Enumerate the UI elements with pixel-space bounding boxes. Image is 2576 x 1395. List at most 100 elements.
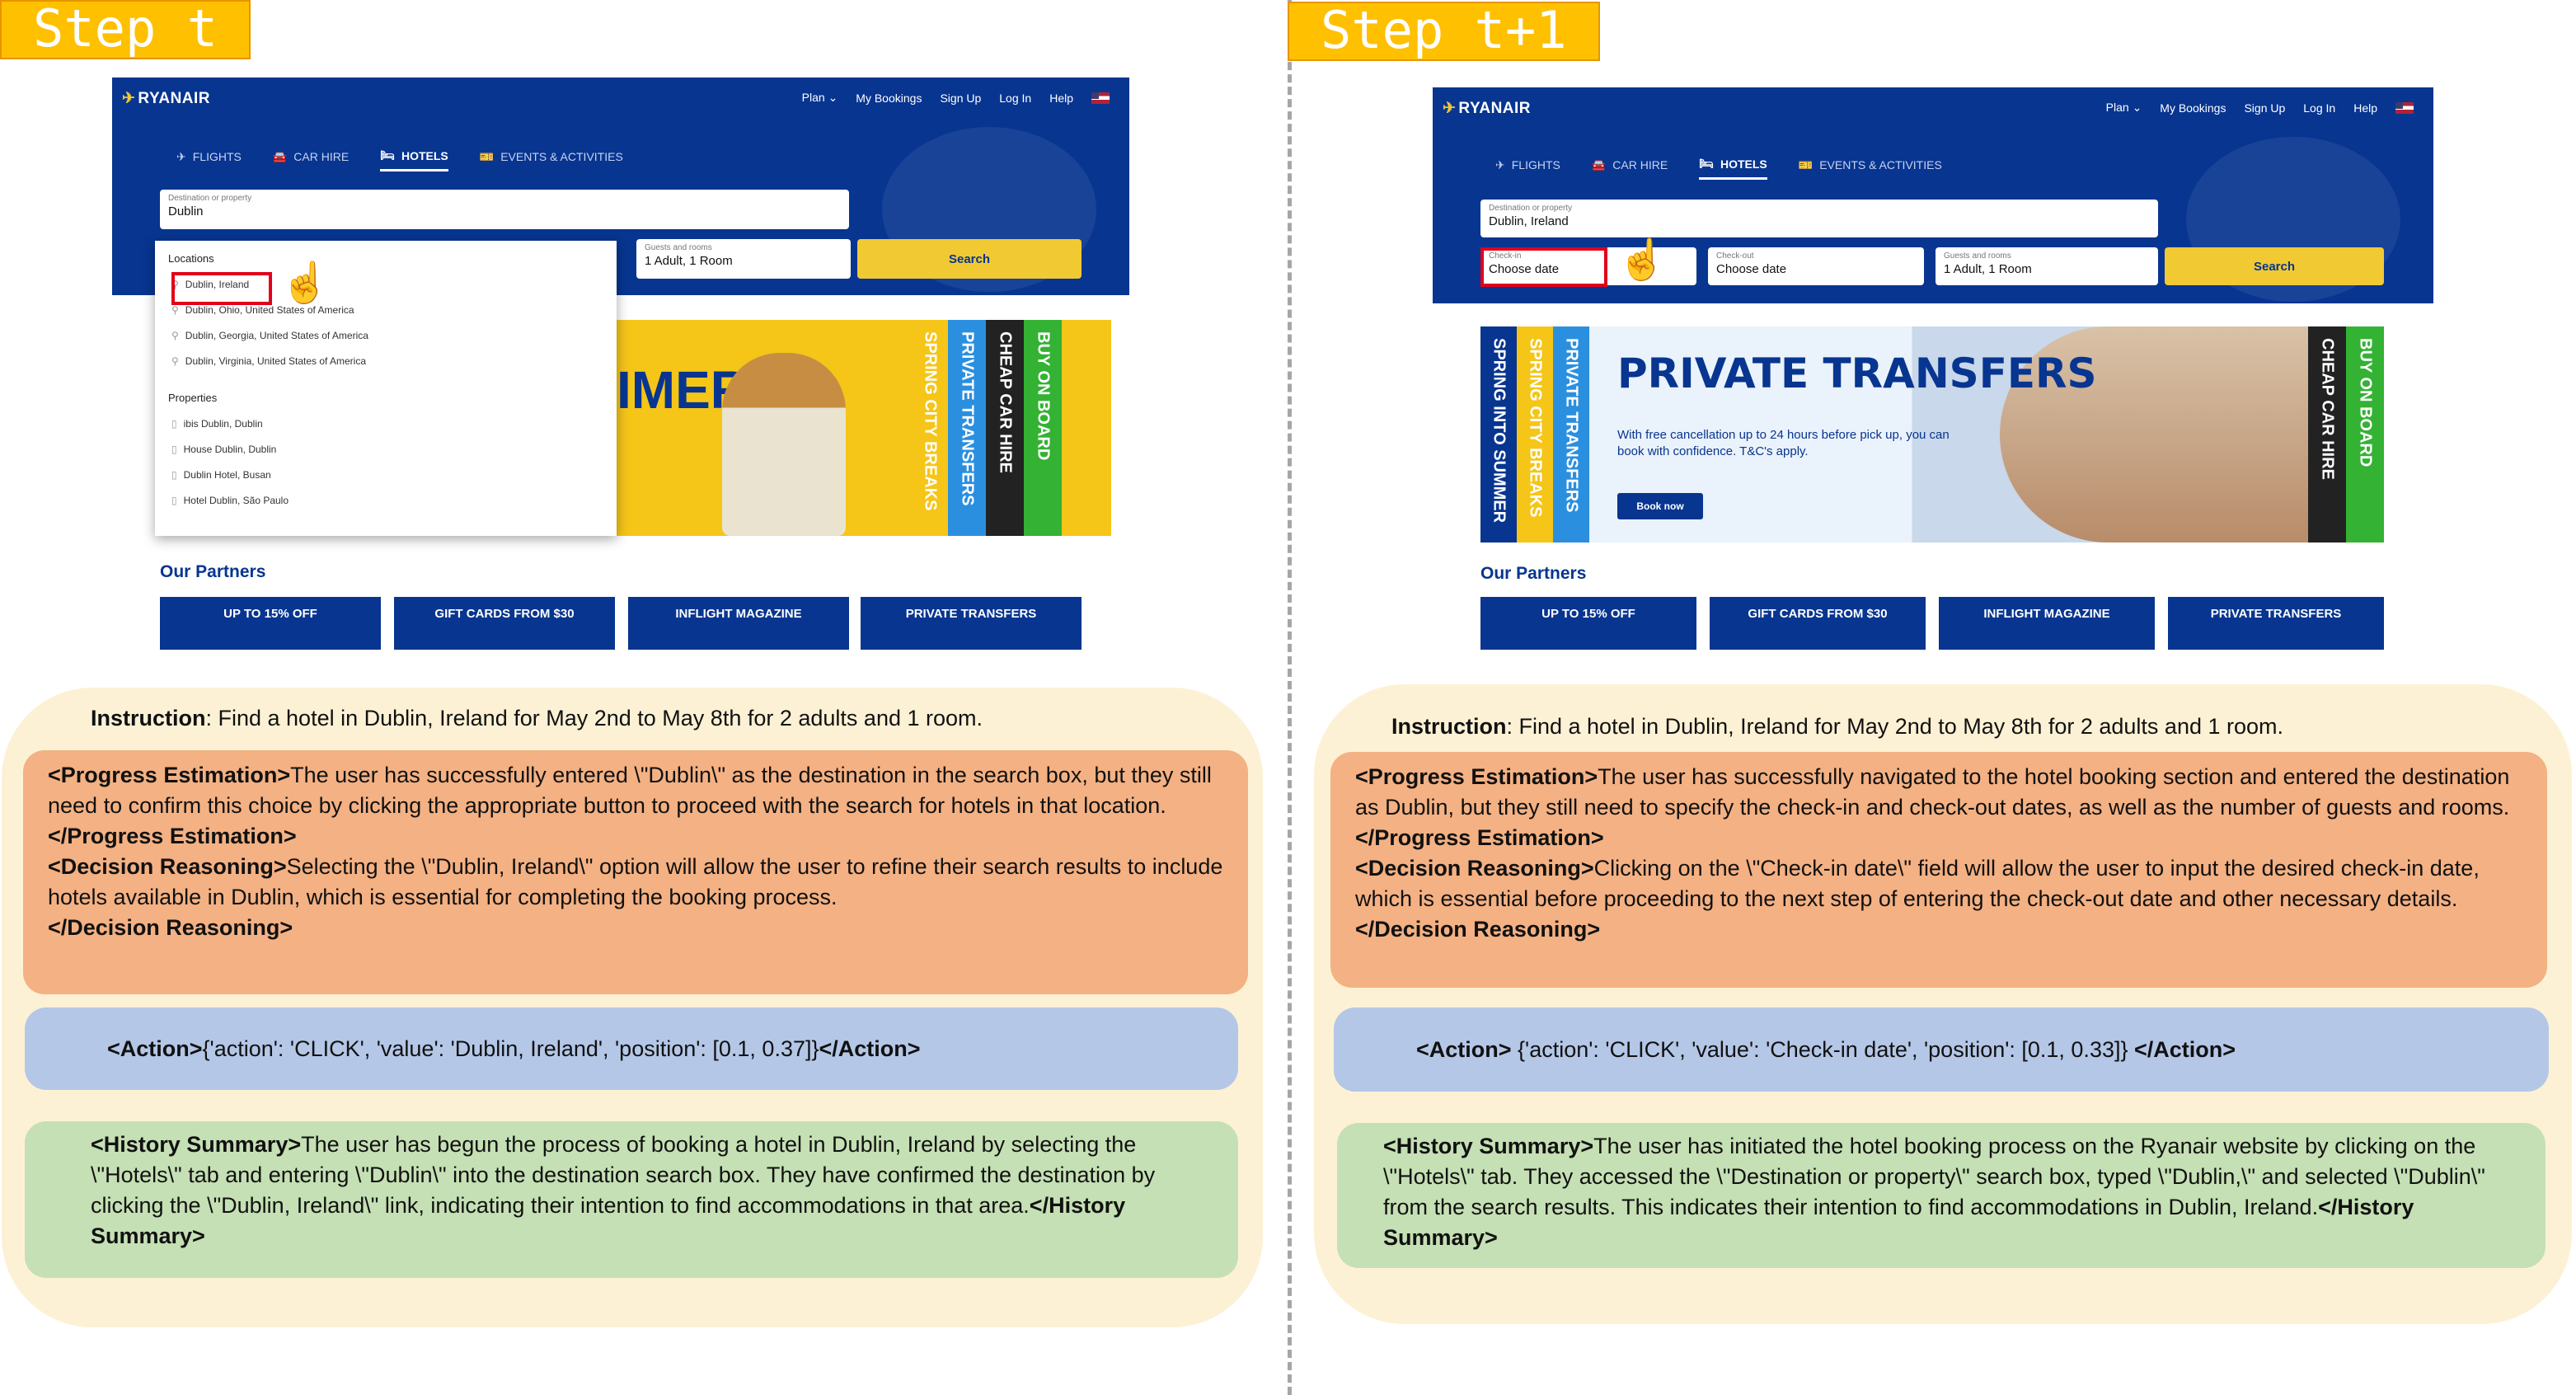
promo-title: PRIVATE TRANSFERS: [1617, 350, 2097, 397]
partner-tile[interactable]: PRIVATE TRANSFERS: [861, 597, 1082, 650]
strip-private-transfers[interactable]: PRIVATE TRANSFERS: [1553, 326, 1589, 542]
guests-value: 1 Adult, 1 Room: [645, 254, 733, 268]
tab-hotels[interactable]: 🛏 HOTELS: [380, 148, 448, 171]
promo-banner[interactable]: IMER SPRING CITY BREAKS PRIVATE TRANSFER…: [617, 320, 1111, 536]
action-open-tag: <Action>: [107, 1036, 203, 1061]
partner-tile[interactable]: INFLIGHT MAGAZINE: [1939, 597, 2155, 650]
book-now-button[interactable]: Book now: [1617, 493, 1703, 519]
property-option[interactable]: ▯ ibis Dublin, Dublin: [168, 411, 603, 436]
strip-buy-on-board[interactable]: BUY ON BOARD: [2346, 326, 2384, 542]
decision-open-tag: <Decision Reasoning>: [1355, 856, 1594, 881]
tab-events-activities[interactable]: 🎫 EVENTS & ACTIVITIES: [480, 148, 623, 171]
ticket-icon: 🎫: [1798, 157, 1814, 171]
nav-help[interactable]: Help: [2353, 101, 2377, 115]
tab-events-activities[interactable]: 🎫 EVENTS & ACTIVITIES: [1799, 157, 1942, 180]
nav-sign-up[interactable]: Sign Up: [2244, 101, 2285, 115]
field-label: Guests and rooms: [645, 243, 712, 252]
destination-input[interactable]: Dublin, Ireland: [1489, 214, 2150, 228]
ryanair-logo[interactable]: ✈ RYANAIR: [122, 89, 210, 108]
tab-label: CAR HIRE: [1612, 158, 1668, 171]
progress-open-tag: <Progress Estimation>: [1355, 764, 1598, 789]
tab-flights[interactable]: ✈ FLIGHTS: [176, 148, 242, 171]
property-option[interactable]: ▯ House Dublin, Dublin: [168, 436, 603, 462]
nav-plan[interactable]: Plan ⌄: [802, 91, 838, 105]
decision-close-tag: </Decision Reasoning>: [1355, 917, 1601, 942]
destination-field[interactable]: Destination or property Dublin: [160, 190, 849, 229]
nav-my-bookings[interactable]: My Bookings: [2160, 101, 2226, 115]
instruction-text: : Find a hotel in Dublin, Ireland for Ma…: [205, 706, 983, 730]
partners-title: Our Partners: [1480, 564, 1587, 583]
tab-car-hire[interactable]: 🚘 CAR HIRE: [1592, 157, 1668, 180]
tab-flights[interactable]: ✈ FLIGHTS: [1495, 157, 1560, 180]
tab-label: EVENTS & ACTIVITIES: [1819, 158, 1942, 171]
instruction: Instruction: Find a hotel in Dublin, Ire…: [1391, 714, 2283, 740]
strip-spring-city-breaks[interactable]: SPRING CITY BREAKS: [912, 320, 948, 536]
field-label: Check-out: [1716, 251, 1754, 261]
partner-tile[interactable]: GIFT CARDS FROM $30: [1710, 597, 1926, 650]
action-box: <Action>{'action': 'CLICK', 'value': 'Du…: [25, 1008, 1238, 1090]
partner-tile[interactable]: GIFT CARDS FROM $30: [394, 597, 615, 650]
destination-input[interactable]: Dublin: [168, 204, 841, 218]
step-badge: Step t+1: [1288, 2, 1600, 61]
building-icon: ▯: [171, 468, 177, 481]
building-icon: ▯: [171, 417, 177, 430]
harp-icon: ✈: [122, 90, 136, 107]
nav-my-bookings[interactable]: My Bookings: [856, 92, 922, 105]
car-icon: 🚘: [1591, 157, 1607, 171]
tab-car-hire[interactable]: 🚘 CAR HIRE: [273, 148, 349, 171]
strip-private-transfers[interactable]: PRIVATE TRANSFERS: [948, 320, 986, 536]
nav-plan[interactable]: Plan ⌄: [2106, 101, 2142, 115]
promo-banner[interactable]: SPRING INTO SUMMER SPRING CITY BREAKS PR…: [1480, 326, 2384, 542]
option-label: House Dublin, Dublin: [183, 443, 277, 455]
destination-field[interactable]: Destination or property Dublin, Ireland: [1480, 200, 2158, 237]
decision-open-tag: <Decision Reasoning>: [48, 854, 287, 879]
location-option[interactable]: ⚲ Dublin, Virginia, United States of Amer…: [168, 348, 603, 373]
promo-subtitle: With free cancellation up to 24 hours be…: [1617, 428, 1950, 458]
strip-cheap-car-hire[interactable]: CHEAP CAR HIRE: [2308, 326, 2346, 542]
building-icon: ▯: [171, 494, 177, 506]
option-label: Dublin, Georgia, United States of Americ…: [185, 329, 368, 341]
hand-cursor-icon: ☝: [1617, 238, 1667, 282]
decision-close-tag: </Decision Reasoning>: [48, 915, 293, 940]
strip-spring-into-summer[interactable]: SPRING INTO SUMMER: [1480, 326, 1517, 542]
bed-icon: 🛏: [1699, 157, 1714, 170]
guests-field[interactable]: Guests and rooms 1 Adult, 1 Room: [636, 239, 851, 279]
plane-icon: ✈: [176, 149, 186, 163]
strip-spring-city-breaks[interactable]: SPRING CITY BREAKS: [1517, 326, 1553, 542]
nav-help[interactable]: Help: [1049, 92, 1073, 105]
locations-header: Locations: [168, 252, 214, 265]
top-nav: Plan ⌄ My Bookings Sign Up Log In Help: [802, 91, 1110, 105]
instruction-label: Instruction: [1391, 714, 1507, 739]
search-button[interactable]: Search: [857, 239, 1082, 279]
strip-buy-on-board[interactable]: BUY ON BOARD: [1024, 320, 1062, 536]
nav-log-in[interactable]: Log In: [2303, 101, 2335, 115]
plane-icon: ✈: [1495, 157, 1505, 171]
partner-tile[interactable]: UP TO 15% OFF: [1480, 597, 1696, 650]
tab-label: FLIGHTS: [192, 150, 242, 163]
step-divider: [1288, 0, 1292, 1395]
tab-hotels[interactable]: 🛏 HOTELS: [1699, 157, 1767, 180]
us-flag-icon[interactable]: [1091, 92, 1110, 104]
checkout-field[interactable]: Check-out Choose date: [1708, 247, 1924, 285]
click-target-highlight: [1480, 247, 1607, 287]
ryanair-logo[interactable]: ✈ RYANAIR: [1443, 99, 1531, 118]
car-icon: 🚘: [272, 149, 288, 163]
property-option[interactable]: ▯ Hotel Dublin, São Paulo: [168, 487, 603, 513]
partner-tile[interactable]: PRIVATE TRANSFERS: [2168, 597, 2384, 650]
checkout-input[interactable]: Choose date: [1716, 262, 1916, 276]
search-button[interactable]: Search: [2165, 247, 2384, 285]
ticket-icon: 🎫: [479, 149, 495, 163]
property-option[interactable]: ▯ Dublin Hotel, Busan: [168, 462, 603, 487]
nav-sign-up[interactable]: Sign Up: [940, 92, 981, 105]
location-option[interactable]: ⚲ Dublin, Georgia, United States of Ameri…: [168, 322, 603, 348]
partner-tile[interactable]: INFLIGHT MAGAZINE: [628, 597, 849, 650]
nav-log-in[interactable]: Log In: [999, 92, 1031, 105]
guests-field[interactable]: Guests and rooms 1 Adult, 1 Room: [1936, 247, 2158, 285]
strip-cheap-car-hire[interactable]: CHEAP CAR HIRE: [986, 320, 1024, 536]
bed-icon: 🛏: [380, 148, 395, 162]
us-flag-icon[interactable]: [2395, 101, 2414, 114]
progress-open-tag: <Progress Estimation>: [48, 763, 291, 787]
partner-tile[interactable]: UP TO 15% OFF: [160, 597, 381, 650]
action-text: {'action': 'CLICK', 'value': 'Check-in d…: [1511, 1036, 2134, 1062]
banner-person-image: [722, 353, 846, 536]
